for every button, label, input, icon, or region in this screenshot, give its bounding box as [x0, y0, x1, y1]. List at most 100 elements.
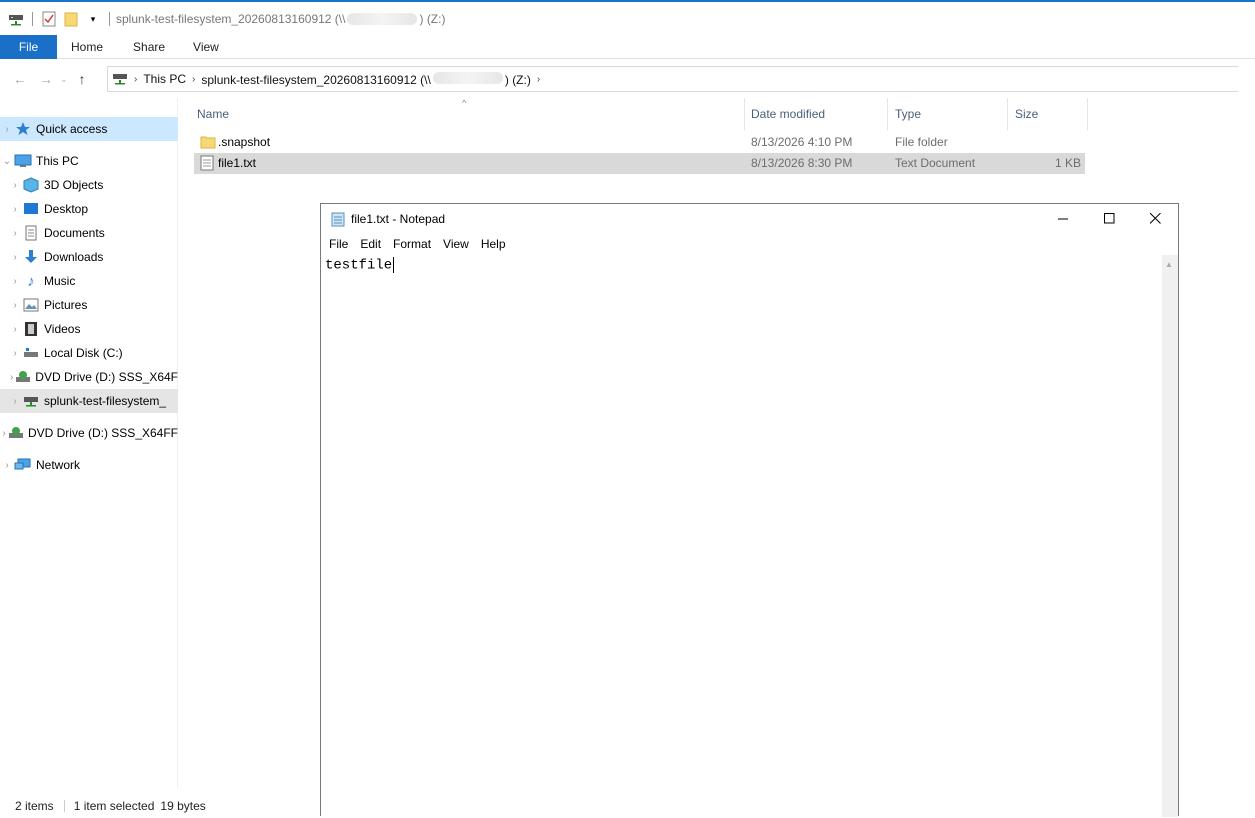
column-header-label: Date modified — [751, 107, 826, 121]
column-header-type[interactable]: Type — [889, 98, 1008, 130]
nav-item-dvd-drive-root[interactable]: › DVD Drive (D:) SSS_X64FF — [0, 421, 178, 445]
drive-icon[interactable] — [8, 11, 24, 27]
address-bar[interactable]: › This PC › splunk-test-filesystem_20260… — [107, 66, 1255, 92]
notepad-vertical-scrollbar[interactable]: ▲ — [1162, 255, 1178, 817]
dvd-drive-icon — [15, 369, 31, 385]
nav-item-network-drive[interactable]: › splunk-test-filesystem_ — [0, 389, 178, 413]
up-button[interactable]: ↑ — [71, 68, 93, 90]
pictures-icon — [22, 297, 40, 313]
chevron-right-icon[interactable]: › — [0, 460, 14, 471]
column-header-name[interactable]: Name — [191, 98, 745, 130]
nav-item-this-pc[interactable]: ⌄ This PC — [0, 149, 178, 173]
notepad-text-area[interactable]: testfile — [321, 255, 1162, 817]
scroll-up-icon[interactable]: ▲ — [1165, 260, 1173, 269]
file-name: file1.txt — [218, 156, 257, 170]
nav-item-label: Documents — [44, 226, 105, 240]
chevron-right-icon[interactable]: › — [8, 252, 22, 263]
menu-help[interactable]: Help — [475, 237, 512, 251]
chevron-right-icon[interactable]: › — [8, 276, 22, 287]
toolbar-separator — [109, 12, 110, 26]
nav-item-label: 3D Objects — [44, 178, 104, 192]
column-header-date[interactable]: Date modified — [745, 98, 888, 130]
back-button[interactable]: ← — [9, 68, 31, 90]
close-button[interactable] — [1132, 204, 1178, 233]
folder-icon — [200, 134, 216, 153]
nav-item-videos[interactable]: › Videos — [0, 317, 178, 341]
star-icon — [14, 121, 32, 137]
tab-view[interactable]: View — [179, 35, 233, 59]
navigation-pane: › Quick access ⌄ This PC › 3D Objects › … — [0, 98, 178, 788]
tab-share[interactable]: Share — [117, 35, 179, 59]
menu-edit[interactable]: Edit — [354, 237, 387, 251]
chevron-right-icon[interactable]: › — [8, 204, 22, 215]
nav-item-pictures[interactable]: › Pictures — [0, 293, 178, 317]
redacted-host — [347, 13, 418, 25]
nav-item-downloads[interactable]: › Downloads — [0, 245, 178, 269]
notepad-content: testfile — [325, 257, 393, 274]
tab-file[interactable]: File — [0, 35, 57, 59]
chevron-right-icon[interactable]: › — [8, 324, 22, 335]
file-name: .snapshot — [218, 135, 271, 149]
notepad-title-bar[interactable]: file1.txt - Notepad — [321, 204, 1178, 233]
chevron-right-icon[interactable]: › — [134, 74, 137, 85]
notepad-icon — [330, 211, 346, 227]
forward-button[interactable]: → — [35, 68, 57, 90]
nav-item-label: DVD Drive (D:) SSS_X64F — [35, 370, 178, 384]
chevron-right-icon[interactable]: › — [537, 74, 540, 85]
close-icon — [1149, 213, 1161, 224]
navigation-row: ← → ⌄ ↑ › This PC › splunk-test-filesyst… — [0, 64, 1255, 94]
maximize-button[interactable] — [1086, 204, 1132, 233]
breadcrumb-this-pc[interactable]: This PC — [143, 72, 186, 86]
network-drive-icon — [22, 393, 40, 409]
nav-item-documents[interactable]: › Documents — [0, 221, 178, 245]
nav-item-quick-access[interactable]: › Quick access — [0, 117, 178, 141]
chevron-right-icon[interactable]: › — [0, 428, 8, 439]
menu-file[interactable]: File — [323, 237, 354, 251]
menu-view[interactable]: View — [437, 237, 475, 251]
chevron-right-icon[interactable]: › — [8, 180, 22, 191]
minimize-icon — [1057, 218, 1068, 220]
nav-item-desktop[interactable]: › Desktop — [0, 197, 178, 221]
chevron-right-icon[interactable]: › — [8, 300, 22, 311]
chevron-right-icon[interactable]: › — [8, 228, 22, 239]
file-date: 8/13/2026 4:10 PM — [751, 135, 853, 149]
network-icon — [14, 457, 32, 473]
minimize-button[interactable] — [1040, 204, 1086, 233]
chevron-right-icon[interactable]: › — [8, 396, 22, 407]
chevron-right-icon[interactable]: › — [8, 372, 15, 383]
nav-item-label: splunk-test-filesystem_ — [44, 394, 167, 408]
file-type: File folder — [895, 135, 948, 149]
new-folder-icon[interactable] — [63, 11, 79, 27]
dvd-drive-icon — [8, 425, 24, 441]
nav-item-label: Pictures — [44, 298, 88, 312]
sort-ascending-icon: ^ — [462, 98, 467, 108]
nav-item-local-disk[interactable]: › Local Disk (C:) — [0, 341, 178, 365]
column-header-size[interactable]: Size — [1009, 98, 1088, 130]
nav-item-dvd-drive[interactable]: › DVD Drive (D:) SSS_X64F — [0, 365, 178, 389]
redacted-host — [432, 71, 503, 84]
text-file-icon — [200, 155, 214, 174]
recent-locations-button[interactable]: ⌄ — [57, 68, 71, 90]
nav-item-label: DVD Drive (D:) SSS_X64FF — [27, 426, 178, 440]
chevron-right-icon[interactable]: › — [0, 124, 14, 135]
notepad-menu-bar: File Edit Format View Help — [321, 233, 1178, 254]
column-header-label: Type — [895, 107, 922, 121]
file-row[interactable]: file1.txt 8/13/2026 8:30 PM Text Documen… — [194, 153, 1085, 174]
chevron-right-icon[interactable]: › — [8, 348, 22, 359]
breadcrumb-drive[interactable]: splunk-test-filesystem_20260813160912 (\… — [201, 71, 531, 87]
menu-format[interactable]: Format — [387, 237, 437, 251]
window-title: splunk-test-filesystem_20260813160912 (\… — [116, 12, 445, 26]
nav-item-music[interactable]: › ♪ Music — [0, 269, 178, 293]
nav-item-network[interactable]: › Network — [0, 453, 178, 477]
chevron-down-icon[interactable]: ⌄ — [0, 156, 14, 167]
file-row[interactable]: .snapshot 8/13/2026 4:10 PM File folder — [194, 132, 1085, 153]
notepad-window: file1.txt - Notepad File Edit Format Vie… — [320, 203, 1179, 817]
tab-home[interactable]: Home — [57, 35, 117, 59]
status-item-count: 2 items — [15, 799, 54, 813]
vertical-scrollbar[interactable] — [1238, 64, 1255, 818]
customize-toolbar-icon[interactable]: ▾ — [85, 11, 101, 27]
nav-item-3d-objects[interactable]: › 3D Objects — [0, 173, 178, 197]
notepad-title: file1.txt - Notepad — [351, 211, 446, 226]
chevron-right-icon[interactable]: › — [192, 74, 195, 85]
properties-icon[interactable] — [41, 11, 57, 27]
